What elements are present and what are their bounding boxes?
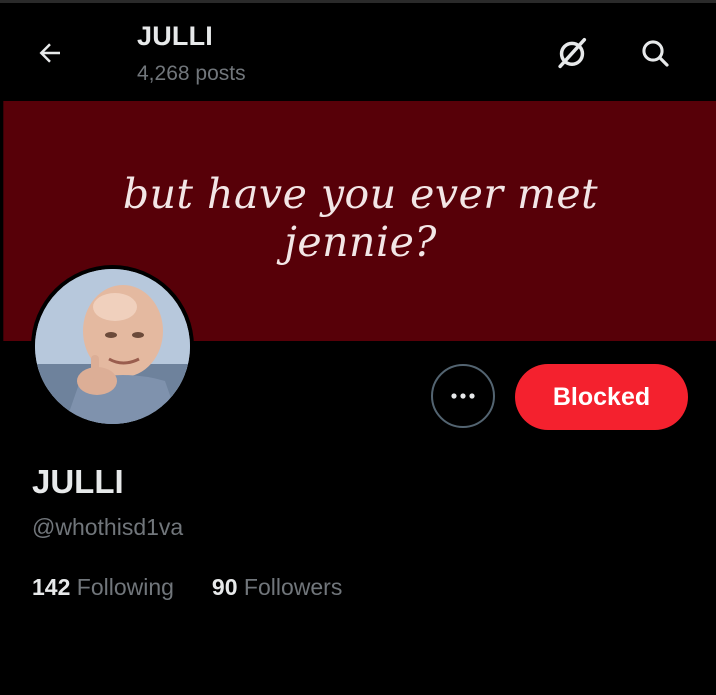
following-label: Following (76, 574, 174, 600)
profile-header: JULLI 4,268 posts (0, 3, 716, 100)
display-name: JULLI (32, 463, 124, 500)
search-button[interactable] (633, 31, 677, 75)
avatar-image (35, 269, 190, 424)
avatar[interactable] (31, 265, 194, 428)
profile-page: JULLI 4,268 posts but have you ever met … (0, 0, 716, 695)
more-horizontal-icon (451, 393, 475, 399)
header-title: JULLI (137, 21, 214, 51)
follow-stats: 142 Following 90 Followers (32, 574, 342, 601)
search-icon (642, 40, 669, 67)
grok-button[interactable] (550, 31, 594, 75)
following-count: 142 (32, 574, 71, 600)
followers-label: Followers (243, 574, 343, 600)
followers-link[interactable]: 90 Followers (212, 574, 342, 601)
posts-count: 4,268 posts (137, 62, 246, 85)
grok-icon (558, 37, 587, 69)
banner-text-line1: but have you ever met (122, 170, 599, 218)
user-handle: @whothisd1va (32, 514, 184, 540)
back-button[interactable] (28, 31, 72, 75)
blocked-button[interactable]: Blocked (515, 364, 688, 430)
more-options-button[interactable] (431, 364, 495, 428)
banner-text-line2: jennie? (284, 218, 437, 266)
following-link[interactable]: 142 Following (32, 574, 174, 601)
arrow-left-icon (39, 43, 60, 63)
followers-count: 90 (211, 574, 238, 600)
